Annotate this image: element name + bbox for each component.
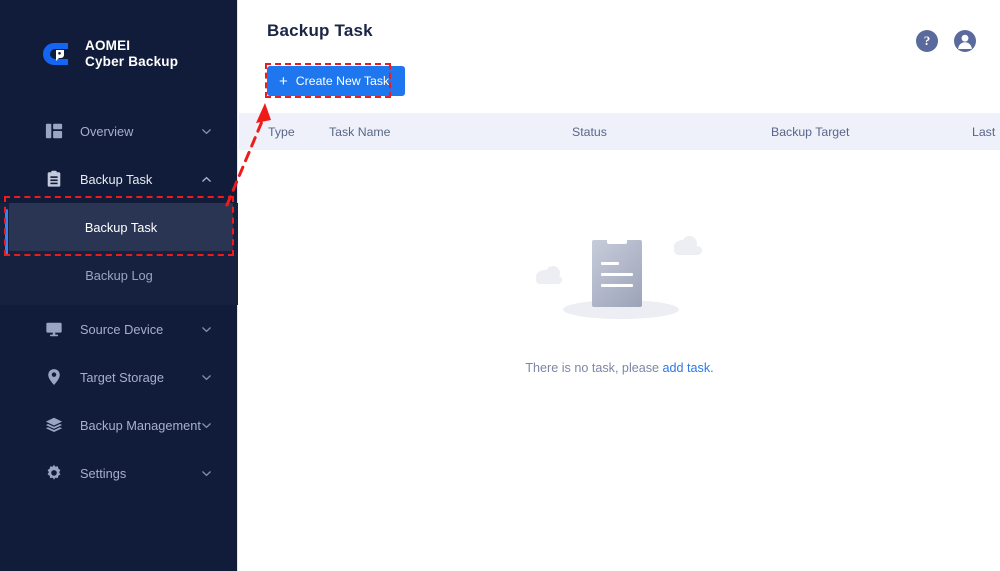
brand-logo-area: AOMEI Cyber Backup <box>0 28 238 80</box>
sidebar-subitem-backup-task[interactable]: Backup Task <box>9 203 233 251</box>
header-actions: ? <box>916 30 976 52</box>
sidebar-item-overview[interactable]: Overview <box>0 107 238 155</box>
task-table-header: Type Task Name Status Backup Target Last <box>239 113 1000 150</box>
chevron-down-icon[interactable] <box>201 419 213 431</box>
chevron-down-icon[interactable] <box>200 323 212 335</box>
monitor-icon <box>44 319 64 339</box>
sidebar-item-label: Source Device <box>80 322 200 337</box>
brand-line-2: Cyber Backup <box>85 54 178 70</box>
main-content: Backup Task ? + Create New Task Type Tas… <box>239 0 1000 571</box>
app-root: AOMEI Cyber Backup Overview <box>0 0 1000 571</box>
sidebar-item-label: Overview <box>80 124 200 139</box>
empty-state: There is no task, please add task. <box>239 228 1000 375</box>
chevron-up-icon[interactable] <box>200 173 212 185</box>
chevron-down-icon[interactable] <box>200 125 212 137</box>
clipboard-line <box>601 262 619 265</box>
chevron-down-icon[interactable] <box>200 371 212 383</box>
create-new-task-button[interactable]: + Create New Task <box>267 66 405 96</box>
help-icon[interactable]: ? <box>916 30 938 52</box>
dashboard-icon <box>44 121 64 141</box>
column-header-last[interactable]: Last <box>972 125 995 139</box>
cloud-icon <box>674 246 702 255</box>
sidebar-item-backup-task[interactable]: Backup Task <box>0 155 238 203</box>
sidebar-item-source-device[interactable]: Source Device <box>0 305 238 353</box>
sidebar-subitem-backup-log[interactable]: Backup Log <box>0 251 238 299</box>
clipboard-empty-illustration-icon <box>530 228 710 328</box>
page-title: Backup Task <box>267 21 373 41</box>
empty-state-message: There is no task, please <box>525 361 662 375</box>
sidebar-item-target-storage[interactable]: Target Storage <box>0 353 238 401</box>
gear-icon <box>44 463 64 483</box>
plus-icon: + <box>279 74 288 89</box>
clipboard-clip-ring <box>614 229 621 236</box>
location-pin-icon <box>44 367 64 387</box>
sidebar-subitem-label: Backup Task <box>85 220 157 235</box>
brand-text: AOMEI Cyber Backup <box>85 38 178 70</box>
sidebar: AOMEI Cyber Backup Overview <box>0 0 238 571</box>
sidebar-item-label: Target Storage <box>80 370 200 385</box>
sidebar-item-settings[interactable]: Settings <box>0 449 238 497</box>
sidebar-item-backup-management[interactable]: Backup Management <box>0 401 238 449</box>
sidebar-submenu-backup-task: Backup Task Backup Log <box>0 203 238 305</box>
sidebar-item-label: Backup Management <box>80 418 201 433</box>
chevron-down-icon[interactable] <box>200 467 212 479</box>
user-avatar-icon[interactable] <box>954 30 976 52</box>
cloud-icon <box>536 276 562 284</box>
sidebar-item-label: Settings <box>80 466 200 481</box>
column-header-backup-target[interactable]: Backup Target <box>771 125 849 139</box>
aomei-c-logo-icon <box>42 39 72 69</box>
clipboard-line <box>601 284 633 287</box>
sidebar-nav: Overview Backup Task <box>0 107 238 497</box>
brand-line-1: AOMEI <box>85 38 178 54</box>
layers-icon <box>44 415 64 435</box>
create-new-task-label: Create New Task <box>296 74 389 88</box>
column-header-type[interactable]: Type <box>268 125 295 139</box>
column-header-status[interactable]: Status <box>572 125 607 139</box>
empty-state-text: There is no task, please add task. <box>525 361 713 375</box>
add-task-link[interactable]: add task. <box>663 361 714 375</box>
clipboard-line <box>601 273 633 276</box>
sidebar-subitem-label: Backup Log <box>85 268 153 283</box>
clipboard-icon <box>44 169 64 189</box>
column-header-task-name[interactable]: Task Name <box>329 125 391 139</box>
sidebar-item-label: Backup Task <box>80 172 200 187</box>
